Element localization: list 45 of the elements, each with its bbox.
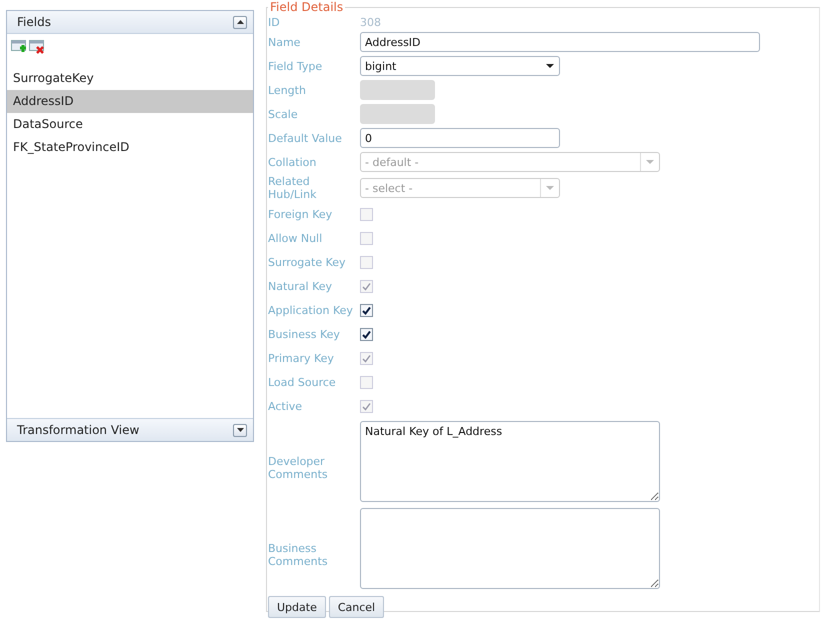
field-label: Allow Null (268, 232, 324, 244)
form-button[interactable]: Update (268, 596, 326, 618)
field-label: Name (268, 36, 302, 48)
field-value: 308 (360, 16, 381, 28)
field-label: Default Value (268, 132, 343, 144)
list-item[interactable]: DataSource (7, 113, 253, 136)
field-label: Foreign Key (268, 208, 334, 220)
input-field[interactable]: AddressID (360, 32, 760, 52)
checkbox[interactable] (360, 328, 373, 340)
list-item[interactable]: AddressID (7, 90, 253, 113)
field-label: Field Type (268, 60, 324, 72)
form-button[interactable]: Cancel (328, 596, 384, 618)
field-label: Active (268, 400, 304, 412)
field-label: Length (268, 84, 307, 96)
caret-up-icon (236, 20, 244, 24)
collapse-button[interactable] (233, 16, 247, 28)
list-item[interactable]: FK_StateProvinceID (7, 136, 253, 159)
expand-button[interactable] (233, 424, 247, 436)
dropdown[interactable]: bigint (360, 56, 560, 76)
comment-field[interactable] (360, 508, 660, 589)
list-item[interactable]: SurrogateKey (7, 67, 253, 90)
caret-down-icon (646, 160, 654, 164)
caret-down-icon (546, 64, 554, 68)
field-label: Natural Key (268, 280, 334, 292)
caret-down-icon (546, 186, 554, 190)
field-label: Scale (268, 108, 299, 120)
field-label: Surrogate Key (268, 256, 347, 268)
group-title: Field Details (269, 0, 344, 14)
field-label: ID (268, 16, 281, 28)
field-label: Application Key (268, 304, 354, 316)
field-label: Primary Key (268, 352, 335, 364)
field-label: Load Source (268, 376, 337, 388)
field-label: Business Key (268, 328, 341, 340)
comment-field[interactable]: Natural Key of L_Address (360, 421, 660, 502)
panel-title: Transformation View (17, 423, 140, 437)
input-field[interactable]: 0 (360, 128, 560, 148)
caret-down-icon (236, 428, 244, 432)
field-label: Business Comments (268, 540, 329, 568)
delete-button[interactable] (29, 39, 45, 55)
checkbox[interactable] (360, 304, 373, 316)
field-label: Developer Comments (268, 454, 329, 480)
panel-title: Fields (17, 15, 51, 29)
field-label: Collation (268, 156, 318, 168)
add-button[interactable] (11, 39, 27, 55)
field-label: Related Hub/Link (268, 175, 318, 201)
